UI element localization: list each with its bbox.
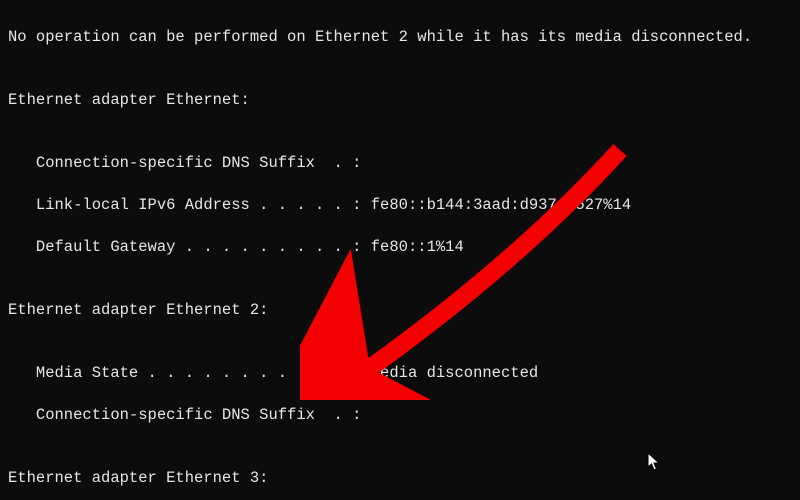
output-line-error: No operation can be performed on Etherne… (8, 27, 792, 48)
output-eth2-dns: Connection-specific DNS Suffix . : (8, 405, 792, 426)
output-eth-ipv6: Link-local IPv6 Address . . . . . : fe80… (8, 195, 792, 216)
output-eth3-header: Ethernet adapter Ethernet 3: (8, 468, 792, 489)
output-eth-gateway: Default Gateway . . . . . . . . . : fe80… (8, 237, 792, 258)
output-eth-header: Ethernet adapter Ethernet: (8, 90, 792, 111)
output-eth2-header: Ethernet adapter Ethernet 2: (8, 300, 792, 321)
terminal-output[interactable]: No operation can be performed on Etherne… (0, 0, 800, 500)
output-eth-dns: Connection-specific DNS Suffix . : (8, 153, 792, 174)
output-eth2-media: Media State . . . . . . . . . . . : Medi… (8, 363, 792, 384)
